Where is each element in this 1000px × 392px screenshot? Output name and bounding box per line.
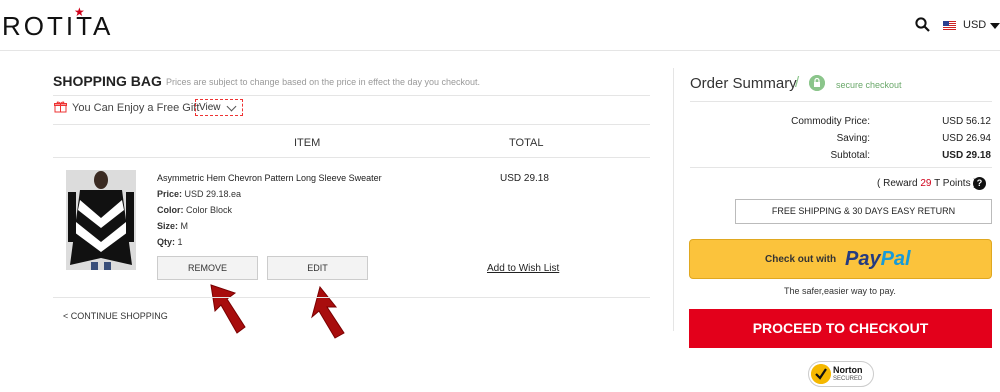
size-value: M bbox=[180, 221, 189, 231]
column-header-total: TOTAL bbox=[509, 137, 544, 149]
paypal-prefix: Check out with bbox=[765, 254, 837, 265]
help-icon[interactable]: ? bbox=[973, 177, 986, 190]
proceed-to-checkout-button[interactable]: PROCEED TO CHECKOUT bbox=[689, 309, 992, 348]
subtotal-value: USD 29.18 bbox=[942, 150, 991, 161]
product-name[interactable]: Asymmetric Hem Chevron Pattern Long Slee… bbox=[157, 173, 382, 183]
page-title: SHOPPING BAG bbox=[53, 73, 162, 89]
product-image[interactable] bbox=[66, 170, 136, 270]
order-summary-title: Order Summary bbox=[690, 75, 797, 92]
edit-button[interactable]: EDIT bbox=[267, 256, 368, 280]
divider bbox=[53, 157, 650, 158]
reward-suffix: T Points ) bbox=[931, 178, 977, 189]
shipping-banner: FREE SHIPPING & 30 DAYS EASY RETURN bbox=[735, 199, 992, 224]
paypal-checkout-button[interactable]: Check out with PayPal bbox=[689, 239, 992, 279]
site-header: ROTITA ★ USD bbox=[0, 0, 1000, 51]
price-value: USD 29.18.ea bbox=[184, 189, 242, 199]
qty-value: 1 bbox=[177, 237, 183, 247]
summary-slash: / bbox=[795, 74, 800, 91]
red-arrow-icon bbox=[311, 285, 345, 339]
rotita-logo[interactable]: ROTITA ★ bbox=[2, 5, 113, 42]
saving-value: USD 26.94 bbox=[942, 133, 991, 144]
reward-prefix: ( Reward bbox=[877, 178, 921, 189]
caret-down-icon[interactable] bbox=[990, 23, 1000, 29]
divider bbox=[53, 297, 650, 298]
continue-shopping-link[interactable]: < CONTINUE SHOPPING bbox=[63, 311, 168, 321]
paypal-logo: PayPal bbox=[845, 248, 911, 271]
column-header-item: ITEM bbox=[294, 137, 321, 149]
size-label: Size: bbox=[157, 221, 179, 231]
norton-secured-badge: Norton SECURED bbox=[808, 361, 874, 387]
us-flag-icon[interactable] bbox=[943, 21, 956, 30]
norton-label: Norton bbox=[833, 365, 863, 375]
vertical-divider bbox=[673, 68, 674, 331]
free-gift-text: You Can Enjoy a Free Gift bbox=[72, 102, 200, 114]
paypal-logo-pal: Pal bbox=[880, 248, 911, 270]
red-arrow-icon bbox=[210, 284, 246, 334]
divider bbox=[53, 95, 650, 96]
divider bbox=[690, 167, 992, 168]
lock-icon bbox=[809, 75, 825, 91]
logo-star-icon: ★ bbox=[74, 5, 88, 19]
qty-label: Qty: bbox=[157, 237, 175, 247]
view-gift-button[interactable]: View bbox=[195, 99, 243, 116]
add-to-wishlist-link[interactable]: Add to Wish List bbox=[487, 263, 559, 274]
saving-label: Saving: bbox=[836, 133, 870, 144]
paypal-logo-pay: Pay bbox=[845, 248, 881, 270]
remove-button[interactable]: REMOVE bbox=[157, 256, 258, 280]
divider bbox=[53, 124, 650, 125]
view-label: View bbox=[199, 102, 221, 113]
price-label: Price: bbox=[157, 189, 183, 199]
commodity-price-label: Commodity Price: bbox=[791, 116, 870, 127]
product-color: Color: Color Block bbox=[157, 205, 232, 215]
reward-points: 29 bbox=[920, 178, 932, 189]
search-icon[interactable] bbox=[915, 17, 930, 32]
product-size: Size: M bbox=[157, 221, 188, 231]
sweater-image bbox=[66, 170, 136, 270]
currency-selector[interactable]: USD bbox=[963, 19, 986, 31]
item-total: USD 29.18 bbox=[500, 173, 549, 184]
color-label: Color: bbox=[157, 205, 184, 215]
secure-checkout-text: secure checkout bbox=[836, 80, 902, 90]
subtotal-label: Subtotal: bbox=[830, 150, 870, 161]
chevron-down-icon bbox=[226, 101, 237, 112]
color-value: Color Block bbox=[186, 205, 233, 215]
reward-points-text: ( Reward 29 T Points ) bbox=[877, 178, 977, 189]
checkmark-icon bbox=[811, 364, 831, 384]
product-qty: Qty: 1 bbox=[157, 237, 183, 247]
commodity-price-value: USD 56.12 bbox=[942, 116, 991, 127]
norton-secured-label: SECURED bbox=[833, 376, 863, 382]
price-note: Prices are subject to change based on th… bbox=[166, 77, 481, 87]
product-price: Price: USD 29.18.ea bbox=[157, 189, 241, 199]
paypal-tagline: The safer,easier way to pay. bbox=[784, 286, 896, 296]
gift-icon bbox=[54, 101, 67, 113]
divider bbox=[690, 101, 992, 102]
